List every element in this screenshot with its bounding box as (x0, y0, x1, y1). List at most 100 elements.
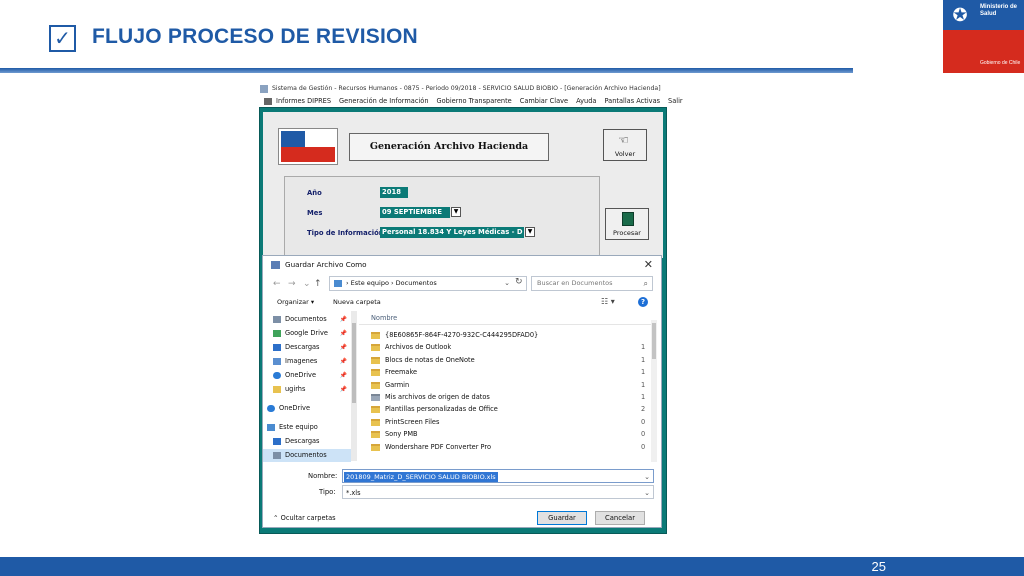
file-name: Archivos de Outlook (385, 343, 452, 352)
list-item[interactable]: PrintScreen Files 0 (359, 416, 649, 428)
list-item[interactable]: Blocs de notas de OneNote 1 (359, 354, 649, 366)
download-icon (273, 344, 281, 351)
list-item[interactable]: Wondershare PDF Converter Pro 0 (359, 441, 649, 453)
month-dropdown-arrow-icon[interactable]: ▼ (451, 207, 461, 217)
volver-label: Volver (614, 150, 636, 158)
app-icon (260, 85, 268, 93)
filename-input[interactable]: 201809_Matriz_D_SERVICIO SALUD BIOBIO.xl… (342, 469, 654, 483)
nav-item-descargas-pinned[interactable]: Descargas 📌 (263, 341, 351, 354)
filetype-dropdown-icon[interactable]: ⌄ (644, 486, 650, 500)
breadcrumb-documentos[interactable]: Documentos (396, 279, 437, 287)
nav-item-onedrive[interactable]: OneDrive (263, 402, 351, 415)
file-scrollbar[interactable] (651, 320, 657, 462)
nav-item-ugirhs[interactable]: ugirhs 📌 (263, 383, 351, 396)
dialog-title: Guardar Archivo Como (285, 260, 367, 269)
menu-ayuda[interactable]: Ayuda (576, 97, 596, 105)
back-arrow-icon[interactable]: ← (273, 279, 281, 289)
menu-informes-dipres[interactable]: Informes DIPRES (276, 97, 331, 105)
nav-label: ugirhs (285, 385, 306, 393)
search-input[interactable]: Buscar en Documentos ⌕ (531, 276, 653, 291)
volver-button[interactable]: ☜ Volver (603, 129, 647, 161)
info-type-select[interactable]: Personal 18.834 Y Leyes Médicas - D (380, 227, 524, 238)
month-select[interactable]: 09 SEPTIEMBRE (380, 207, 450, 218)
pin-icon: 📌 (339, 316, 347, 323)
column-header-name[interactable]: Nombre (359, 311, 655, 325)
dialog-titlebar: Guardar Archivo Como ✕ (263, 256, 661, 274)
hide-folders-label: Ocultar carpetas (280, 514, 336, 522)
view-options-icon[interactable]: ☷ ▾ (601, 294, 615, 310)
nav-label: Documentos (285, 451, 327, 459)
file-name: Blocs de notas de OneNote (385, 355, 475, 364)
list-item[interactable]: {8E60865F-864F-4270-932C-C444295DFAD0} (359, 329, 649, 341)
download-icon (273, 438, 281, 445)
address-bar[interactable]: › Este equipo › Documentos ⌄ (329, 276, 527, 291)
close-icon[interactable]: ✕ (644, 258, 653, 272)
up-arrow-icon[interactable]: ↑ (314, 279, 322, 289)
nav-scroll-thumb[interactable] (352, 323, 356, 403)
forward-arrow-icon[interactable]: → (288, 279, 296, 289)
file-side-value: 0 (641, 442, 646, 451)
file-side-value: 1 (641, 368, 646, 377)
list-item[interactable]: Mis archivos de origen de datos 1 (359, 391, 649, 403)
year-field[interactable]: 2018 (380, 187, 408, 198)
menu-cambiar-clave[interactable]: Cambiar Clave (520, 97, 568, 105)
file-side-value: 0 (641, 430, 646, 439)
file-side-value: 0 (641, 417, 646, 426)
nav-item-documentos-selected[interactable]: Documentos (263, 449, 351, 462)
folder-icon (371, 406, 380, 414)
nav-item-onedrive-pinned[interactable]: OneDrive 📌 (263, 369, 351, 382)
nav-item-descargas[interactable]: Descargas (263, 435, 351, 448)
procesar-button[interactable]: Procesar (605, 208, 649, 240)
nav-scrollbar[interactable] (351, 311, 357, 461)
chevron-down-icon[interactable]: ⌄ (303, 279, 311, 289)
hide-folders-toggle[interactable]: ⌃ Ocultar carpetas (273, 511, 336, 525)
search-placeholder: Buscar en Documentos (537, 279, 613, 287)
list-item[interactable]: Freemake 1 (359, 366, 649, 378)
list-item[interactable]: Archivos de Outlook 1 (359, 341, 649, 353)
menu-salir[interactable]: Salir (668, 97, 683, 105)
nav-item-este-equipo[interactable]: Este equipo (263, 421, 351, 434)
spreadsheet-icon (622, 212, 634, 226)
data-sources-folder-icon (371, 394, 380, 401)
procesar-label: Procesar (613, 229, 641, 237)
bottom-bar (0, 557, 1024, 576)
info-type-label: Tipo de Información (307, 229, 384, 237)
year-label: Año (307, 189, 322, 197)
nav-item-imagenes[interactable]: Imagenes 📌 (263, 355, 351, 368)
menu-pantallas-activas[interactable]: Pantallas Activas (604, 97, 660, 105)
menu-gobierno-transparente[interactable]: Gobierno Transparente (437, 97, 512, 105)
save-button[interactable]: Guardar (537, 511, 587, 525)
breadcrumb-este-equipo[interactable]: Este equipo (351, 279, 389, 287)
filename-dropdown-icon[interactable]: ⌄ (644, 470, 650, 484)
nav-item-documentos-pinned[interactable]: Documentos 📌 (263, 313, 351, 326)
filename-label: Nombre: (308, 472, 338, 480)
new-folder-button[interactable]: Nueva carpeta (333, 294, 381, 310)
mini-logo-blue (281, 131, 305, 147)
help-icon[interactable]: ? (638, 297, 648, 307)
logo-ministry-text: Ministerio de Salud (980, 4, 1018, 17)
folder-icon (371, 344, 380, 352)
menu-app-icon (264, 97, 272, 105)
pin-icon: 📌 (339, 372, 347, 379)
filetype-label: Tipo: (319, 488, 336, 496)
nav-item-google-drive[interactable]: Google Drive 📌 (263, 327, 351, 340)
pin-icon: 📌 (339, 386, 347, 393)
pin-icon: 📌 (339, 344, 347, 351)
info-type-dropdown-arrow-icon[interactable]: ▼ (525, 227, 535, 237)
list-item[interactable]: Sony PMB 0 (359, 428, 649, 440)
list-item[interactable]: Plantillas personalizadas de Office 2 (359, 403, 649, 415)
folder-icon (371, 356, 380, 364)
address-dropdown-icon[interactable]: ⌄ (504, 277, 510, 290)
filetype-select[interactable]: *.xls ⌄ (342, 485, 654, 499)
organize-button[interactable]: Organizar ▾ (277, 294, 314, 310)
documents-icon (273, 452, 281, 459)
menu-generacion-informacion[interactable]: Generación de Información (339, 97, 428, 105)
navigation-pane: Documentos 📌 Google Drive 📌 Descargas 📌 Ima… (263, 311, 351, 462)
file-scroll-thumb[interactable] (652, 323, 656, 359)
list-item[interactable]: Garmin 1 (359, 379, 649, 391)
refresh-icon[interactable]: ↻ (515, 276, 523, 289)
nav-label: Imagenes (285, 357, 318, 365)
pin-icon: 📌 (339, 330, 347, 337)
app-titlebar: Sistema de Gestión - Recursos Humanos - … (258, 83, 668, 95)
cancel-button[interactable]: Cancelar (595, 511, 645, 525)
